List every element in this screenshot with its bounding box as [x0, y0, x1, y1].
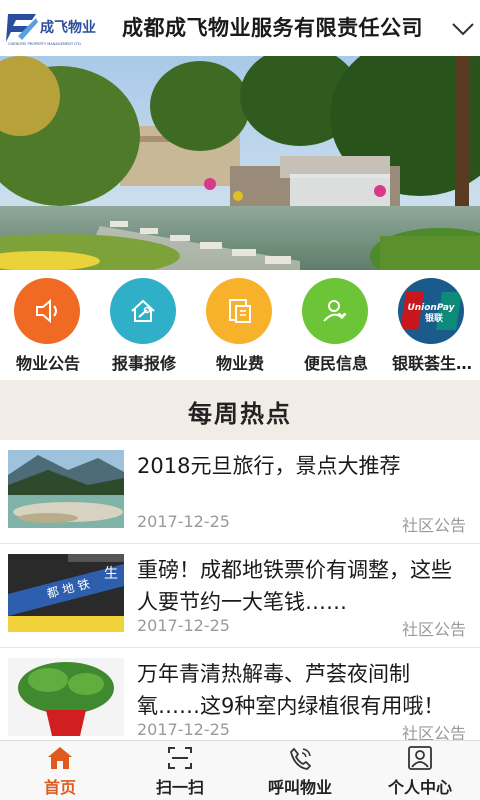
quick-item-unionpay[interactable]: UnionPay 银联 银联荟生…	[384, 276, 480, 376]
section-title: 每周热点	[188, 400, 292, 428]
quick-label: 物业费	[215, 354, 264, 373]
quick-label: 报事报修	[111, 354, 176, 373]
quick-item-fee[interactable]: 物业费	[192, 276, 288, 376]
logo-text: 成飞物业	[40, 19, 96, 36]
news-thumbnail	[8, 658, 124, 736]
news-category: 社区公告	[401, 724, 466, 740]
news-title: 重磅！成都地铁票价有调整，这些人要节约一大笔钱……	[137, 558, 452, 614]
garden-fountain-photo	[0, 56, 480, 270]
news-list: 2018元旦旅行，景点大推荐 2017-12-25 社区公告 都 地 铁 生 重…	[0, 440, 480, 740]
news-item[interactable]: 万年青清热解毒、芦荟夜间制氧……这9种室内绿植很有用哦！ 2017-12-25 …	[0, 648, 480, 740]
quick-item-repair[interactable]: 报事报修	[96, 276, 192, 376]
tab-label: 个人中心	[387, 778, 452, 797]
news-date: 2017-12-25	[137, 720, 230, 739]
tab-label: 扫一扫	[155, 778, 204, 797]
svg-text:银联: 银联	[425, 312, 444, 324]
news-date: 2017-12-25	[137, 512, 230, 531]
tab-label: 呼叫物业	[267, 778, 332, 797]
tab-label: 首页	[43, 778, 76, 797]
quick-label: 物业公告	[15, 354, 80, 373]
quick-item-announcement[interactable]: 物业公告	[0, 276, 96, 376]
banner-image[interactable]	[0, 56, 480, 270]
news-title: 万年青清热解毒、芦荟夜间制氧……这9种室内绿植很有用哦！	[137, 662, 445, 718]
house-wrench-icon	[110, 278, 176, 344]
news-date: 2017-12-25	[137, 616, 230, 635]
user-heart-icon	[302, 278, 368, 344]
logo-subtext: CHENGFEI PROPERTY MANAGEMENT LTD	[8, 42, 81, 46]
news-thumbnail: 都 地 铁 生	[8, 554, 124, 632]
tab-scan[interactable]: 扫一扫	[120, 741, 240, 800]
quick-item-convenience[interactable]: 便民信息	[288, 276, 384, 376]
news-item[interactable]: 都 地 铁 生 重磅！成都地铁票价有调整，这些人要节约一大笔钱…… 2017-1…	[0, 544, 480, 648]
news-category: 社区公告	[401, 516, 466, 535]
phone-icon	[289, 747, 312, 770]
news-title: 2018元旦旅行，景点大推荐	[137, 454, 401, 478]
company-name[interactable]: 成都成飞物业服务有限责任公司	[122, 12, 423, 42]
chevron-down-icon[interactable]	[450, 16, 476, 42]
tab-call[interactable]: 呼叫物业	[240, 741, 360, 800]
quick-label: 便民信息	[303, 354, 368, 373]
svg-text:生: 生	[104, 566, 118, 582]
news-item[interactable]: 2018元旦旅行，景点大推荐 2017-12-25 社区公告	[0, 440, 480, 544]
bottom-tab-bar: 首页 扫一扫 呼叫物业 个人中心	[0, 740, 480, 800]
quick-menu: 物业公告 报事报修 物业费 便民信息 UnionPay 银联 银联荟生…	[0, 270, 480, 380]
app-header: 成飞物业 CHENGFEI PROPERTY MANAGEMENT LTD 成都…	[0, 0, 480, 56]
news-thumbnail	[8, 450, 124, 528]
section-band: 每周热点	[0, 380, 480, 440]
scan-icon	[168, 747, 192, 769]
company-logo: 成飞物业 CHENGFEI PROPERTY MANAGEMENT LTD	[6, 14, 96, 46]
svg-text:UnionPay: UnionPay	[407, 303, 455, 313]
profile-icon	[408, 746, 432, 770]
quick-label: 银联荟生…	[391, 354, 472, 373]
bill-icon	[206, 278, 272, 344]
news-category: 社区公告	[401, 620, 466, 639]
tab-profile[interactable]: 个人中心	[360, 741, 480, 800]
unionpay-icon: UnionPay 银联	[398, 278, 464, 344]
home-icon	[48, 747, 72, 769]
speaker-icon	[14, 278, 80, 344]
tab-home[interactable]: 首页	[0, 741, 120, 800]
